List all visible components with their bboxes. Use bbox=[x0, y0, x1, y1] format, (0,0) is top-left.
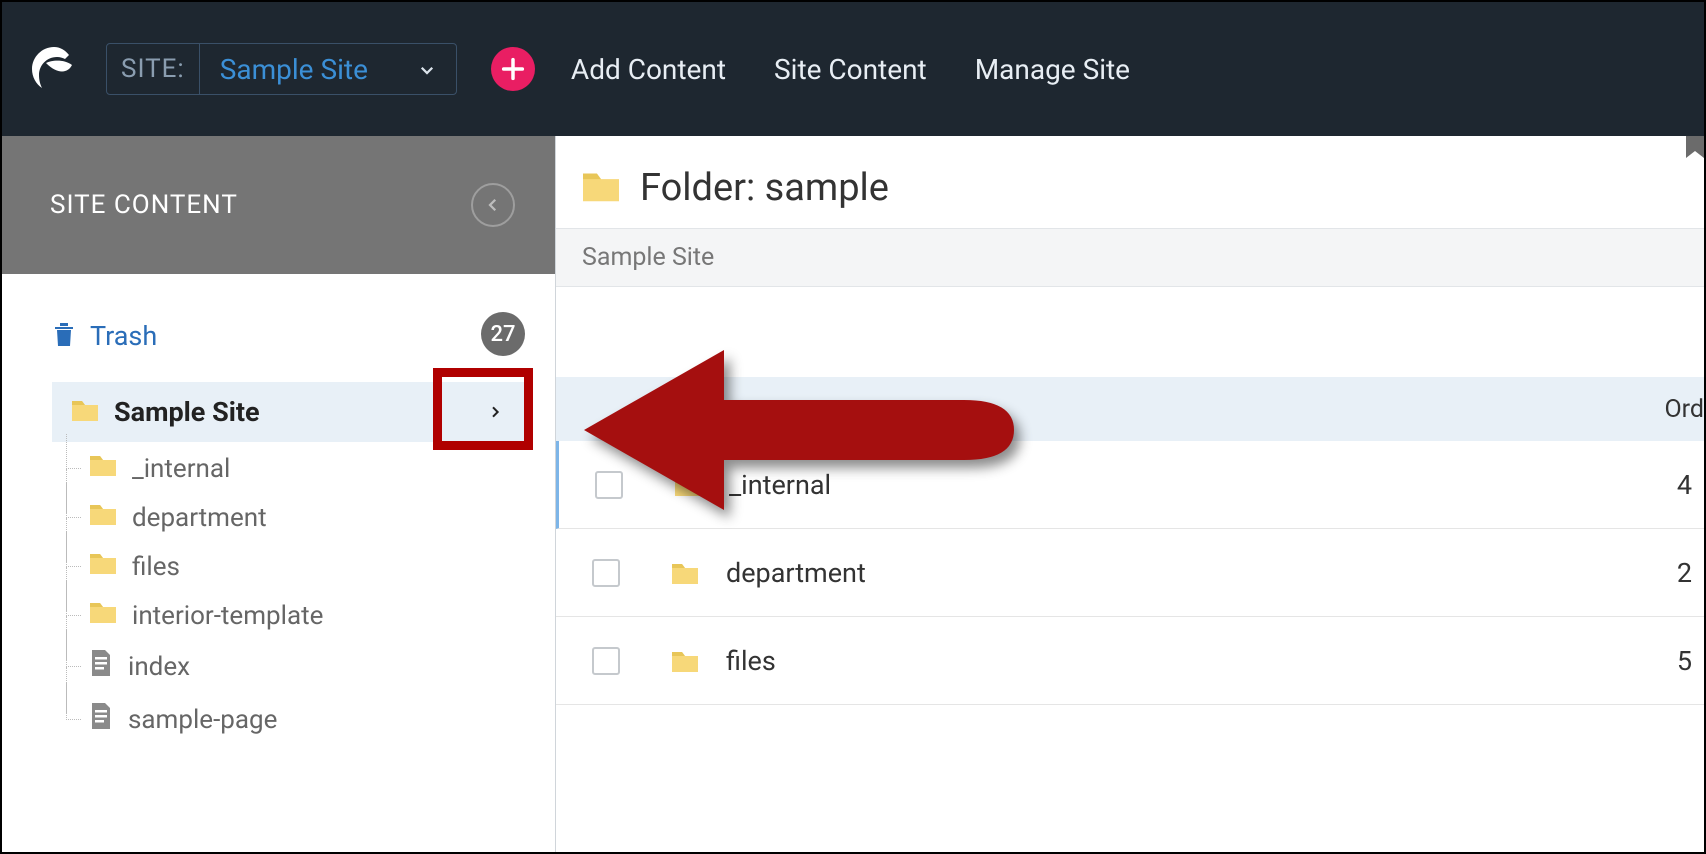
nav-site-content[interactable]: Site Content bbox=[762, 53, 939, 86]
table-row[interactable]: files 5 bbox=[556, 617, 1704, 705]
table-row[interactable]: _internal 4 bbox=[556, 441, 1704, 529]
add-content-button-icon[interactable] bbox=[491, 47, 535, 91]
chevron-left-icon bbox=[484, 196, 502, 214]
tree-item-label: department bbox=[132, 503, 267, 533]
bookmark-icon[interactable] bbox=[1686, 136, 1704, 158]
tree-item-label: index bbox=[128, 652, 190, 682]
folder-icon bbox=[673, 472, 709, 498]
page-title: Folder: sample bbox=[640, 166, 889, 210]
folder-icon bbox=[88, 599, 118, 632]
trash-row[interactable]: Trash 27 bbox=[52, 314, 525, 358]
collapse-sidebar-button[interactable] bbox=[471, 183, 515, 227]
chevron-right-icon bbox=[487, 404, 503, 420]
row-ord: 5 bbox=[1677, 645, 1704, 677]
row-checkbox[interactable] bbox=[592, 559, 620, 587]
row-checkbox[interactable] bbox=[595, 471, 623, 499]
add-content-link[interactable]: Add Content bbox=[559, 53, 738, 86]
tree-item-internal[interactable]: _internal bbox=[80, 444, 525, 493]
trash-label: Trash bbox=[90, 320, 157, 352]
content-pane: Folder: sample Sample Site Name Ord _int… bbox=[556, 136, 1704, 852]
folder-icon bbox=[670, 560, 706, 586]
row-checkbox[interactable] bbox=[592, 647, 620, 675]
chevron-down-icon bbox=[418, 53, 436, 86]
trash-count-badge: 27 bbox=[481, 312, 525, 356]
page-icon bbox=[88, 648, 114, 685]
folder-icon bbox=[70, 397, 100, 427]
tree-item-sample-page[interactable]: sample-page bbox=[80, 693, 525, 746]
site-selector-text: Sample Site bbox=[220, 53, 368, 86]
breadcrumb[interactable]: Sample Site bbox=[556, 228, 1704, 287]
table-row[interactable]: department 2 bbox=[556, 529, 1704, 617]
tree-item-files[interactable]: files bbox=[80, 542, 525, 591]
trash-icon bbox=[52, 319, 76, 354]
page-icon bbox=[88, 701, 114, 738]
column-name[interactable]: Name bbox=[670, 395, 769, 424]
sidebar-title: SITE CONTENT bbox=[50, 190, 238, 220]
nav-manage-site[interactable]: Manage Site bbox=[963, 53, 1142, 86]
row-name: files bbox=[726, 645, 776, 677]
site-selector-label: SITE: bbox=[107, 44, 200, 94]
tree-item-department[interactable]: department bbox=[80, 493, 525, 542]
table-header: Name Ord bbox=[556, 377, 1704, 441]
folder-icon bbox=[670, 648, 706, 674]
tree-item-label: files bbox=[132, 552, 180, 582]
content-tree: Sample Site _internal department bbox=[52, 382, 525, 746]
sidebar-header: SITE CONTENT bbox=[2, 136, 555, 274]
site-selector-value[interactable]: Sample Site bbox=[200, 53, 456, 86]
breadcrumb-text: Sample Site bbox=[582, 243, 714, 272]
folder-icon bbox=[88, 452, 118, 485]
tree-item-index[interactable]: index bbox=[80, 640, 525, 693]
tree-item-label: sample-page bbox=[128, 705, 277, 735]
tree-expand-button[interactable] bbox=[475, 392, 515, 432]
row-name: _internal bbox=[729, 469, 831, 501]
sidebar: SITE CONTENT Trash 27 bbox=[2, 136, 556, 852]
tree-root-label: Sample Site bbox=[114, 396, 260, 428]
app-header: SITE: Sample Site Add Content Site Conte… bbox=[2, 2, 1704, 136]
row-ord: 2 bbox=[1677, 557, 1704, 589]
tree-root-sample-site[interactable]: Sample Site bbox=[52, 382, 525, 442]
tree-item-label: _internal bbox=[132, 454, 230, 484]
row-name: department bbox=[726, 557, 866, 589]
column-name-label: Name bbox=[670, 395, 737, 424]
folder-icon bbox=[580, 168, 622, 208]
folder-icon bbox=[88, 550, 118, 583]
site-selector[interactable]: SITE: Sample Site bbox=[106, 43, 457, 95]
sort-asc-icon bbox=[755, 395, 769, 424]
tree-item-label: interior-template bbox=[132, 601, 323, 631]
column-ord[interactable]: Ord bbox=[1664, 395, 1704, 424]
row-ord: 4 bbox=[1677, 469, 1704, 501]
folder-icon bbox=[88, 501, 118, 534]
app-logo-icon[interactable] bbox=[26, 41, 82, 97]
tree-item-interior-template[interactable]: interior-template bbox=[80, 591, 525, 640]
